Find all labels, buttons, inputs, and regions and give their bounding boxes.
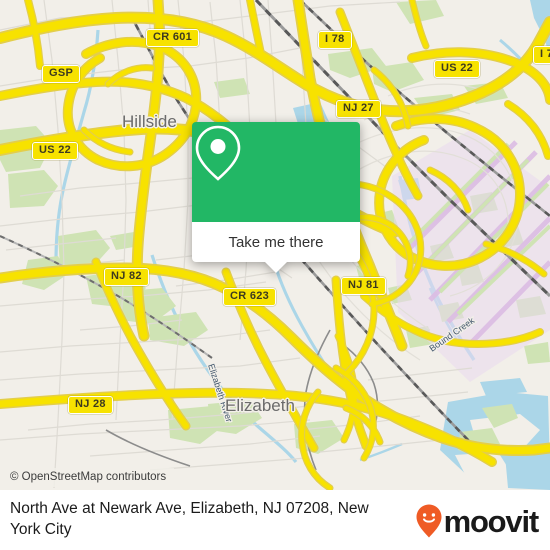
moovit-logo[interactable]: moovit (416, 503, 540, 539)
location-callout[interactable]: Take me there (192, 122, 360, 273)
road-shield-us-22-6: US 22 (32, 142, 79, 160)
take-me-there-label: Take me there (228, 233, 324, 251)
place-label-hillside: Hillside (122, 112, 177, 131)
road-shield-cr-623-8: CR 623 (223, 288, 277, 306)
callout-pointer (265, 262, 287, 273)
osm-attribution[interactable]: © OpenStreetMap contributors (0, 468, 175, 487)
map-canvas[interactable]: Elizabeth River Bound Creek Hillside Eli… (0, 0, 550, 490)
map-pin-icon (195, 125, 241, 181)
take-me-there-button[interactable]: Take me there (192, 222, 360, 262)
moovit-wordmark: moovit (443, 503, 540, 539)
moovit-smiley-pin-icon (416, 504, 442, 538)
map-screenshot: Elizabeth River Bound Creek Hillside Eli… (0, 0, 550, 550)
road-shield-cr-601-0: CR 601 (146, 29, 200, 47)
road-shield-us-22-4: US 22 (434, 60, 481, 78)
road-shield-gsp-3: GSP (42, 65, 81, 83)
road-shield-nj-81-9: NJ 81 (341, 277, 386, 295)
location-title: North Ave at Newark Ave, Elizabeth, NJ 0… (10, 500, 369, 538)
road-shield-i-78-2: I 78 (533, 46, 550, 64)
place-label-elizabeth: Elizabeth (225, 396, 295, 415)
footer-bar: North Ave at Newark Ave, Elizabeth, NJ 0… (0, 490, 550, 550)
road-shield-nj-27-5: NJ 27 (336, 100, 381, 118)
road-shield-nj-82-7: NJ 82 (104, 268, 149, 286)
road-shield-i-78-1: I 78 (318, 31, 352, 49)
road-shield-nj-28-10: NJ 28 (68, 396, 113, 414)
callout-icon-area (192, 122, 360, 222)
